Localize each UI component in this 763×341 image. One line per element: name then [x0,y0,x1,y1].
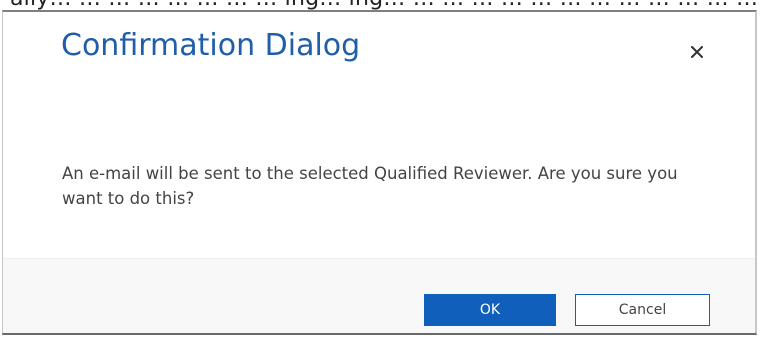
dialog-message: An e-mail will be sent to the selected Q… [62,164,678,208]
dialog-title: Confirmation Dialog [61,28,361,63]
confirmation-dialog: Confirmation Dialog An e-mail will be se… [2,10,757,335]
close-button[interactable] [687,42,707,62]
cancel-button[interactable]: Cancel [575,294,710,326]
close-icon [691,46,703,58]
dialog-footer: OK Cancel [3,258,755,333]
page: ally… … … … … … … … ing… ing… … … … … … … [0,0,763,341]
ok-button[interactable]: OK [424,294,556,326]
